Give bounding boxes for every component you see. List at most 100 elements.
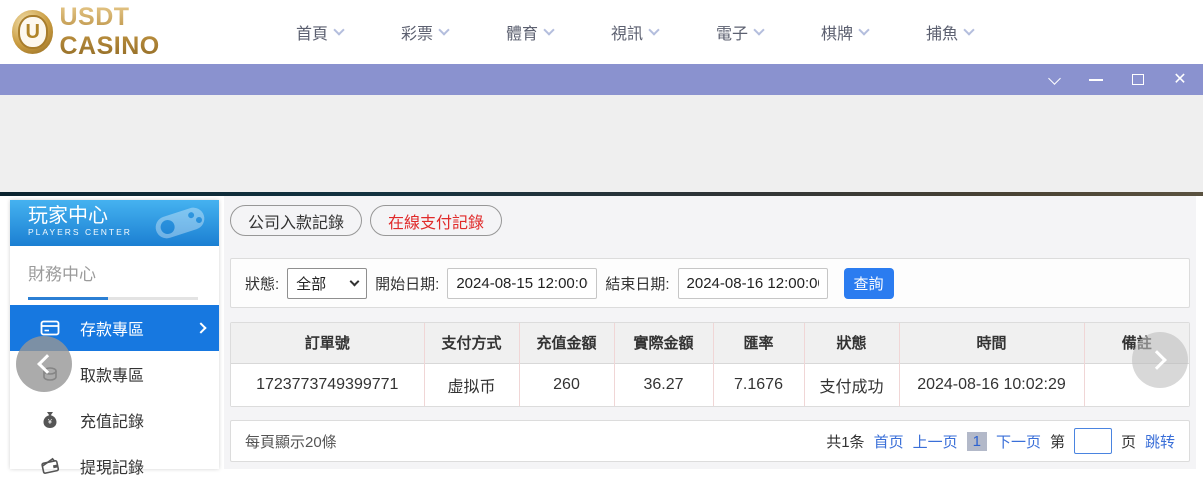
col-status: 狀態: [804, 323, 899, 363]
nav-item-fishing[interactable]: 捕魚: [897, 20, 1002, 44]
maximize-icon: [1132, 74, 1144, 85]
tab-online-payment-records[interactable]: 在線支付記錄: [370, 205, 502, 236]
current-page-badge: 1: [967, 432, 987, 451]
chevron-down-icon: [1048, 72, 1061, 85]
brand-name: USDT CASINO: [59, 3, 227, 61]
minimize-button[interactable]: [1085, 69, 1107, 91]
start-date-input[interactable]: [447, 268, 597, 299]
chevron-left-icon: [37, 354, 57, 374]
chevron-down-icon: [858, 24, 869, 35]
player-center-sidebar: 玩家中心 PLAYERS CENTER 財務中心 存款專區: [10, 200, 219, 469]
table-row: 1723773749399771 虚拟币 260 36.27 7.1676 支付…: [231, 363, 1189, 406]
chevron-down-icon: [350, 277, 360, 287]
search-button[interactable]: 查詢: [844, 268, 894, 299]
nav-item-label: 電子: [716, 20, 748, 44]
nav-item-cards[interactable]: 棋牌: [792, 20, 897, 44]
records-table: 訂單號 支付方式 充值金額 實際金額 匯率 狀態 時間 備註 172377374…: [230, 322, 1190, 407]
cell-time: 2024-08-16 10:02:29: [899, 363, 1084, 406]
end-date-label: 結束日期:: [605, 273, 669, 294]
next-page-link[interactable]: 下一页: [996, 431, 1041, 452]
nav-item-label: 首頁: [296, 20, 328, 44]
collapse-button[interactable]: [1043, 69, 1065, 91]
window-titlebar: ✕: [0, 64, 1203, 95]
chevron-down-icon: [543, 24, 554, 35]
svg-text:¥: ¥: [48, 419, 52, 426]
first-page-link[interactable]: 首页: [874, 431, 904, 452]
nav-item-label: 棋牌: [821, 20, 853, 44]
prev-page-link[interactable]: 上一页: [913, 431, 958, 452]
filter-bar: 狀態: 全部 開始日期: 結束日期: 查詢: [230, 258, 1190, 308]
minimize-icon: [1089, 79, 1103, 81]
per-page-text: 每頁顯示20條: [245, 431, 337, 452]
nav-item-lottery[interactable]: 彩票: [372, 20, 477, 44]
nav-item-slots[interactable]: 電子: [687, 20, 792, 44]
wallet-icon: [40, 456, 60, 476]
brand-logo[interactable]: U USDT CASINO: [12, 3, 227, 61]
sidebar-header: 玩家中心 PLAYERS CENTER: [10, 200, 219, 246]
col-payment-method: 支付方式: [424, 323, 519, 363]
main-area: 玩家中心 PLAYERS CENTER 財務中心 存款專區: [0, 196, 1203, 469]
empty-band: [0, 95, 1203, 192]
maximize-button[interactable]: [1127, 69, 1149, 91]
sidebar-menu: 存款專區 取款專區 ¥ 充值記錄 提現記錄: [10, 305, 219, 489]
finance-section: 財務中心: [10, 246, 219, 300]
col-time: 時間: [899, 323, 1084, 363]
chevron-right-icon: [1147, 350, 1167, 370]
cell-payment-method: 虚拟币: [424, 363, 519, 406]
nav-item-home[interactable]: 首頁: [267, 20, 372, 44]
start-date-label: 開始日期:: [375, 273, 439, 294]
close-button[interactable]: ✕: [1169, 69, 1191, 91]
chevron-down-icon: [753, 24, 764, 35]
deposit-card-icon: [40, 318, 60, 338]
sidebar-item-label: 存款專區: [80, 316, 144, 340]
gamepad-icon: [149, 204, 211, 242]
table-header-row: 訂單號 支付方式 充值金額 實際金額 匯率 狀態 時間 備註: [231, 323, 1189, 363]
close-icon: ✕: [1173, 72, 1186, 88]
chevron-down-icon: [963, 24, 974, 35]
status-select[interactable]: 全部: [287, 268, 367, 299]
pager: 共1条 首页 上一页 1 下一页 第 页 跳转: [826, 428, 1175, 454]
cell-recharge-amount: 260: [519, 363, 614, 406]
casino-ball-icon: U: [12, 10, 53, 54]
logo-letter: U: [18, 15, 48, 49]
page-number-input[interactable]: [1074, 428, 1112, 454]
carousel-next-button[interactable]: [1132, 332, 1188, 388]
nav-item-sports[interactable]: 體育: [477, 20, 582, 44]
sidebar-item-label: 提現記錄: [80, 454, 144, 478]
tab-company-deposit-records[interactable]: 公司入款記錄: [230, 205, 362, 236]
jump-label-post: 页: [1121, 431, 1136, 452]
cell-exchange-rate: 7.1676: [713, 363, 804, 406]
pagination-bar: 每頁顯示20條 共1条 首页 上一页 1 下一页 第 页 跳转: [230, 420, 1190, 462]
cell-actual-amount: 36.27: [614, 363, 713, 406]
status-select-value: 全部: [296, 273, 326, 294]
cell-order-number: 1723773749399771: [231, 363, 424, 406]
chevron-right-icon: [195, 322, 206, 333]
sidebar-item-withdrawal-records[interactable]: 提現記錄: [10, 443, 219, 489]
col-order-number: 訂單號: [231, 323, 424, 363]
jump-label-pre: 第: [1050, 431, 1065, 452]
col-recharge-amount: 充值金額: [519, 323, 614, 363]
records-panel: 公司入款記錄 在線支付記錄 狀態: 全部 開始日期: 結束日期: 查詢: [224, 196, 1196, 469]
chevron-down-icon: [438, 24, 449, 35]
nav-item-label: 視訊: [611, 20, 643, 44]
money-bag-icon: ¥: [40, 410, 60, 430]
top-nav: U USDT CASINO 首頁 彩票 體育 視訊 電子 棋牌 捕魚: [0, 0, 1203, 64]
sidebar-item-label: 充值記錄: [80, 408, 144, 432]
status-label: 狀態:: [245, 273, 279, 294]
jump-button[interactable]: 跳转: [1145, 431, 1175, 452]
end-date-input[interactable]: [678, 268, 828, 299]
record-tabs: 公司入款記錄 在線支付記錄: [230, 205, 502, 236]
chevron-down-icon: [648, 24, 659, 35]
cell-status: 支付成功: [804, 363, 899, 406]
nav-menu: 首頁 彩票 體育 視訊 電子 棋牌 捕魚: [267, 20, 1002, 44]
nav-item-label: 彩票: [401, 20, 433, 44]
nav-item-label: 體育: [506, 20, 538, 44]
sidebar-item-label: 取款專區: [80, 362, 144, 386]
nav-item-live[interactable]: 視訊: [582, 20, 687, 44]
sidebar-item-recharge-records[interactable]: ¥ 充值記錄: [10, 397, 219, 443]
col-actual-amount: 實際金額: [614, 323, 713, 363]
section-underline: [28, 297, 198, 300]
finance-section-title: 財務中心: [28, 260, 219, 285]
carousel-prev-button[interactable]: [16, 336, 72, 392]
col-exchange-rate: 匯率: [713, 323, 804, 363]
